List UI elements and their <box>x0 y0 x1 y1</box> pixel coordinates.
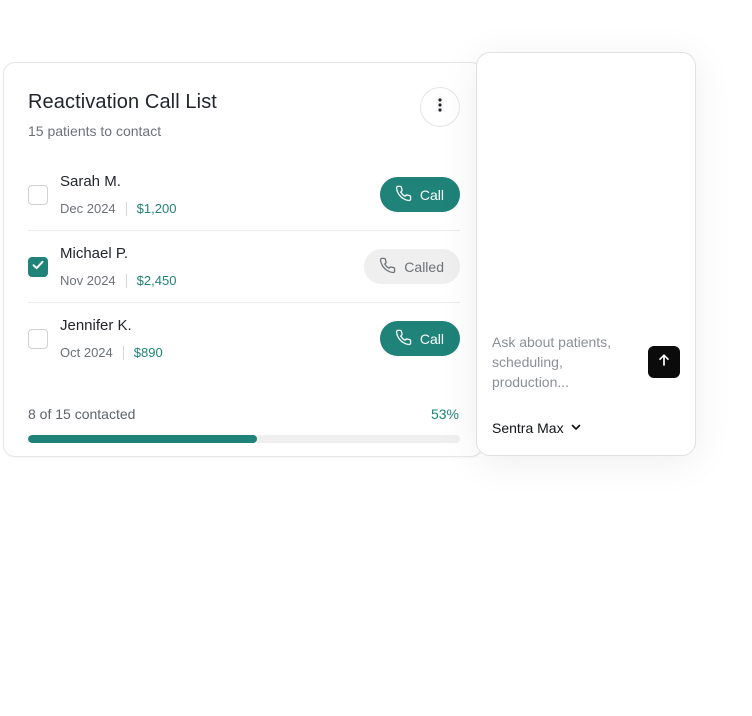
more-vertical-icon <box>432 97 448 118</box>
call-button-label: Call <box>419 330 444 347</box>
patient-checkbox[interactable] <box>28 329 48 349</box>
model-label: Sentra Max <box>492 420 564 436</box>
chat-panel: Ask about patients, scheduling, producti… <box>476 52 696 456</box>
meta-divider <box>122 345 124 360</box>
progress-percent: 53% <box>430 406 459 422</box>
patient-amount: $1,200 <box>136 201 177 216</box>
patient-meta: Nov 2024 $2,450 <box>60 273 176 288</box>
progress-bar <box>28 435 460 443</box>
called-button-label: Called <box>404 258 444 275</box>
call-button[interactable]: Call <box>379 321 460 356</box>
patient-name: Jennifer K. <box>60 317 132 334</box>
call-button[interactable]: Call <box>379 177 460 212</box>
patient-meta: Dec 2024 $1,200 <box>60 201 176 216</box>
patient-meta: Oct 2024 $890 <box>60 345 163 360</box>
phone-icon <box>379 257 396 277</box>
card-subtitle: 15 patients to contact <box>28 123 162 139</box>
stage: Reactivation Call List 15 patients to co… <box>0 0 752 716</box>
meta-divider <box>125 201 127 216</box>
phone-icon <box>395 185 412 205</box>
call-button-label: Call <box>419 186 444 203</box>
progress-label: 8 of 15 contacted <box>28 406 136 422</box>
more-options-button[interactable] <box>420 87 460 127</box>
send-button[interactable] <box>648 346 680 378</box>
call-list-card: Reactivation Call List 15 patients to co… <box>3 62 483 457</box>
patient-row: Michael P. Nov 2024 $2,450 Called <box>28 231 460 303</box>
patient-row: Sarah M. Dec 2024 $1,200 Call <box>28 159 460 231</box>
check-icon <box>31 258 45 277</box>
meta-divider <box>125 273 127 288</box>
chat-input[interactable]: Ask about patients, scheduling, producti… <box>492 332 632 392</box>
arrow-up-icon <box>657 353 671 372</box>
patient-name: Sarah M. <box>60 173 121 190</box>
patient-checkbox[interactable] <box>28 257 48 277</box>
patient-name: Michael P. <box>60 245 129 262</box>
patient-row: Jennifer K. Oct 2024 $890 Call <box>28 303 460 375</box>
patient-amount: $2,450 <box>136 273 177 288</box>
patient-amount: $890 <box>133 345 163 360</box>
called-button[interactable]: Called <box>364 249 460 284</box>
patient-last-visit: Nov 2024 <box>60 273 116 288</box>
patient-last-visit: Oct 2024 <box>60 345 113 360</box>
phone-icon <box>395 329 412 349</box>
patient-last-visit: Dec 2024 <box>60 201 116 216</box>
model-selector[interactable]: Sentra Max <box>492 420 582 436</box>
progress-bar-fill <box>28 435 257 443</box>
patient-checkbox[interactable] <box>28 185 48 205</box>
card-title: Reactivation Call List <box>28 91 217 113</box>
patient-list: Sarah M. Dec 2024 $1,200 Call Michael P.… <box>28 159 460 375</box>
chevron-down-icon <box>570 420 582 436</box>
